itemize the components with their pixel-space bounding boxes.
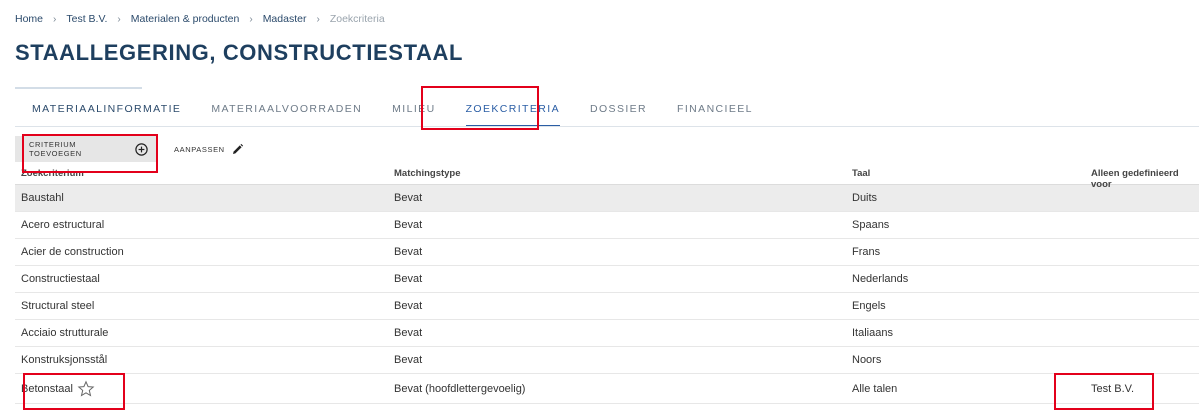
breadcrumb-organisation[interactable]: Test B.V. <box>66 13 107 25</box>
cell-criterion: Konstruksjonsstål <box>21 354 108 366</box>
header-zoekcriterium[interactable]: Zoekcriterium <box>15 164 394 179</box>
cell-matching: Bevat (hoofdlettergevoelig) <box>394 382 526 395</box>
cell-criterion: Acero estructural <box>21 219 105 231</box>
cell-matching: Bevat <box>394 327 423 339</box>
add-criterion-label: CRITERIUM TOEVOEGEN <box>29 140 82 158</box>
cell-language: Engels <box>852 300 886 312</box>
title-divider <box>15 87 142 89</box>
tab-dossier[interactable]: DOSSIER <box>575 102 662 122</box>
table-row[interactable]: Structural steel Bevat Engels <box>15 293 1199 320</box>
add-criterion-button[interactable]: CRITERIUM TOEVOEGEN <box>15 136 156 162</box>
table-row[interactable]: Baustahl Bevat Duits <box>15 185 1199 212</box>
star-outline-icon[interactable] <box>77 380 95 398</box>
chevron-right-icon: › <box>117 13 121 25</box>
cell-language: Noors <box>852 354 882 366</box>
table-row[interactable]: Betonstaal Bevat (hoofdlettergevoelig) A… <box>15 374 1199 404</box>
cell-matching: Bevat <box>394 219 423 231</box>
cell-criterion: Baustahl <box>21 192 64 204</box>
cell-language: Frans <box>852 246 881 258</box>
cell-language: Alle talen <box>852 382 898 395</box>
cell-matching: Bevat <box>394 300 423 312</box>
cell-criterion: Structural steel <box>21 300 95 312</box>
chevron-right-icon: › <box>316 13 320 25</box>
pencil-icon <box>231 143 244 156</box>
tabs-divider <box>15 126 1199 127</box>
cell-defined-for: Test B.V. <box>1091 382 1135 395</box>
breadcrumb-home[interactable]: Home <box>15 13 43 25</box>
plus-circle-icon <box>135 142 148 156</box>
table-row[interactable]: Acciaio strutturale Bevat Italiaans <box>15 320 1199 347</box>
header-matchingstype[interactable]: Matchingstype <box>394 164 852 179</box>
page-title: STAALLEGERING, CONSTRUCTIESTAAL <box>15 40 463 65</box>
breadcrumb-current: Zoekcriteria <box>329 13 385 25</box>
tab-materiaalvoorraden[interactable]: MATERIAALVOORRADEN <box>196 102 377 122</box>
table-row[interactable]: Acero estructural Bevat Spaans <box>15 212 1199 239</box>
cell-matching: Bevat <box>394 354 423 366</box>
tab-bar: MATERIAALINFORMATIE MATERIAALVOORRADEN M… <box>15 102 768 127</box>
criterion-text: Betonstaal <box>21 382 73 395</box>
tab-milieu[interactable]: MILIEU <box>377 102 450 122</box>
table-row[interactable]: Acier de construction Bevat Frans <box>15 239 1199 266</box>
header-alleen-gedefinieerd-voor[interactable]: Alleen gedefinieerd voor <box>1084 164 1199 190</box>
breadcrumb-madaster[interactable]: Madaster <box>263 13 307 25</box>
cell-criterion: Betonstaal <box>15 380 394 398</box>
tab-financieel[interactable]: FINANCIEEL <box>662 102 768 122</box>
breadcrumb: Home › Test B.V. › Materialen & producte… <box>15 13 385 25</box>
cell-matching: Bevat <box>394 192 423 204</box>
chevron-right-icon: › <box>249 13 253 25</box>
cell-language: Italiaans <box>852 327 893 339</box>
cell-language: Duits <box>852 192 878 204</box>
tab-zoekcriteria[interactable]: ZOEKCRITERIA <box>451 102 575 127</box>
cell-language: Nederlands <box>852 273 909 285</box>
table-header: Zoekcriterium Matchingstype Taal Alleen … <box>15 164 1199 190</box>
header-taal[interactable]: Taal <box>852 164 1084 179</box>
cell-matching: Bevat <box>394 273 423 285</box>
cell-criterion: Acciaio strutturale <box>21 327 109 339</box>
table-row[interactable]: Konstruksjonsstål Bevat Noors <box>15 347 1199 374</box>
tab-materiaalinformatie[interactable]: MATERIAALINFORMATIE <box>15 102 196 122</box>
table-row[interactable]: Constructiestaal Bevat Nederlands <box>15 266 1199 293</box>
chevron-right-icon: › <box>53 13 57 25</box>
search-criteria-table: Zoekcriterium Matchingstype Taal Alleen … <box>15 164 1199 404</box>
cell-criterion: Acier de construction <box>21 246 124 258</box>
cell-language: Spaans <box>852 219 890 231</box>
breadcrumb-materials[interactable]: Materialen & producten <box>131 13 240 25</box>
edit-button[interactable]: AANPASSEN <box>166 136 252 162</box>
edit-label: AANPASSEN <box>174 144 225 154</box>
cell-criterion: Constructiestaal <box>21 273 100 285</box>
cell-matching: Bevat <box>394 246 423 258</box>
toolbar: CRITERIUM TOEVOEGEN AANPASSEN <box>15 136 252 162</box>
